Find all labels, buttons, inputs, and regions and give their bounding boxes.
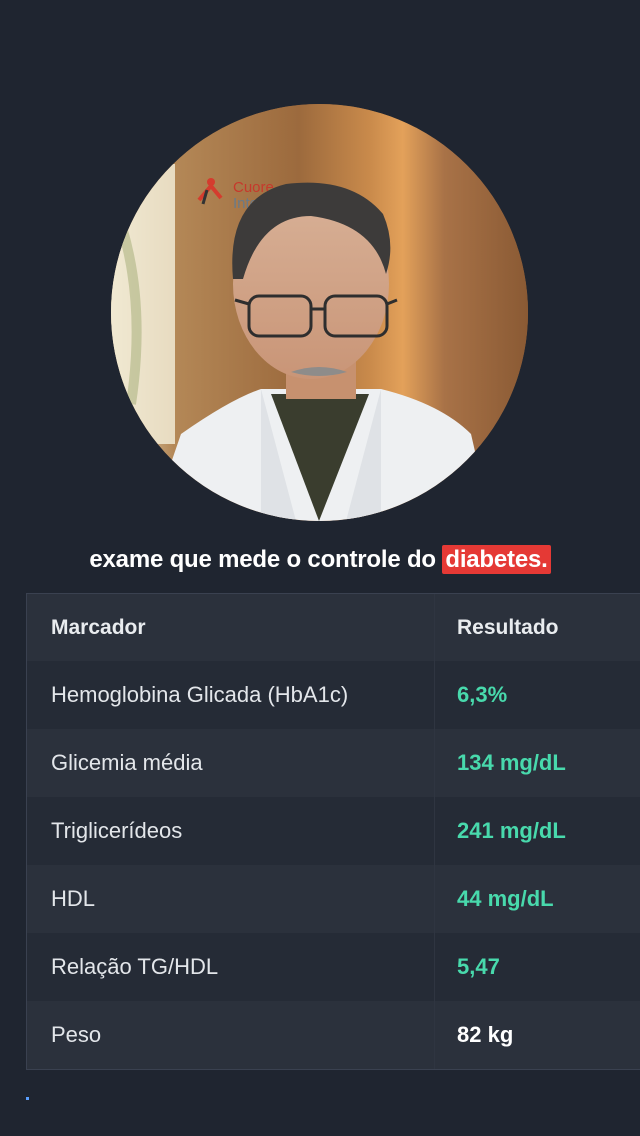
caption-text: exame que mede o controle do [89,546,443,573]
results-table: Marcador Resultado Hemoglobina Glicada (… [26,593,640,1070]
table-row: Peso 82 kg [27,1001,640,1069]
result-cell: 82 kg [457,1022,514,1047]
marker-cell: HDL [27,865,435,933]
result-cell: 6,3% [457,682,508,707]
result-cell: 44 mg/dL [457,886,554,911]
result-cell: 241 mg/dL [457,818,566,843]
result-cell: 5,47 [457,954,500,979]
result-cell: 134 mg/dL [457,750,566,775]
marker-cell: Glicemia média [27,729,435,797]
marker-cell: Peso [27,1001,435,1069]
caption-highlight: diabetes. [442,545,551,574]
subtitle-caption: exame que mede o controle do diabetes. [0,542,640,578]
header-resultado: Resultado [457,615,559,639]
marker-cell: Hemoglobina Glicada (HbA1c) [27,661,435,729]
table-row: Hemoglobina Glicada (HbA1c) 6,3% [27,661,640,729]
table-row: Triglicerídeos 241 mg/dL [27,797,640,865]
table-row: HDL 44 mg/dL [27,865,640,933]
table-header-row: Marcador Resultado [27,594,640,661]
page-indicator-dot [26,1097,29,1100]
table-row: Relação TG/HDL 5,47 [27,933,640,1001]
header-marcador: Marcador [27,594,435,661]
presenter-video-avatar: Cuore Inte [111,104,528,521]
marker-cell: Relação TG/HDL [27,933,435,1001]
table-row: Glicemia média 134 mg/dL [27,729,640,797]
marker-cell: Triglicerídeos [27,797,435,865]
